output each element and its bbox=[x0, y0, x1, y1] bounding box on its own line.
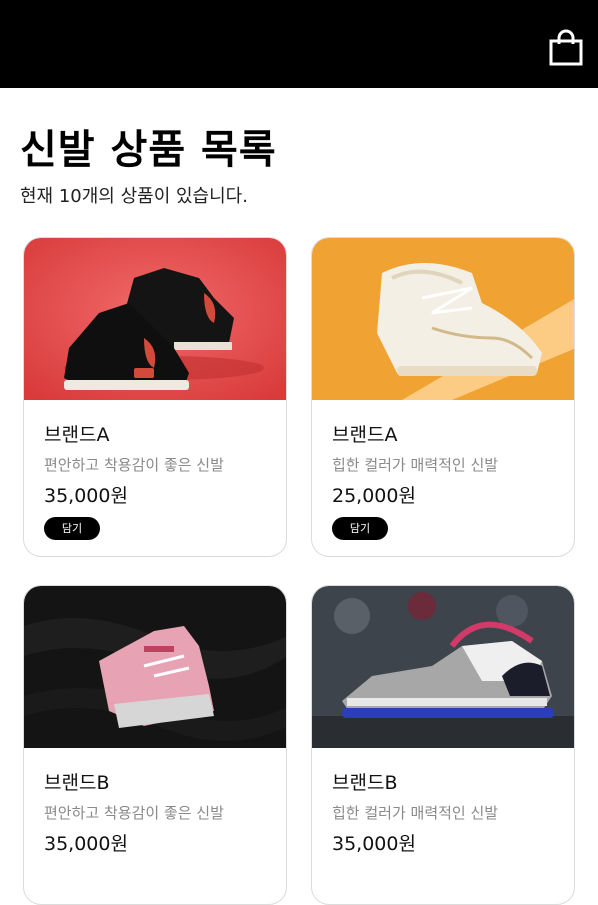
product-price: 35,000원 bbox=[44, 485, 128, 507]
product-card[interactable]: 브랜드A 편안하고 착용감이 좋은 신발 35,000원 담기 bbox=[23, 237, 287, 557]
shopping-bag-icon[interactable] bbox=[546, 28, 586, 68]
product-price: 35,000원 bbox=[332, 833, 416, 855]
add-to-cart-button[interactable]: 담기 bbox=[332, 517, 388, 540]
product-description: 편안하고 착용감이 좋은 신발 bbox=[44, 456, 224, 474]
page-title: 신발 상품 목록 bbox=[20, 127, 277, 173]
product-image-pink-sneaker[interactable] bbox=[24, 586, 287, 748]
product-card[interactable]: 브랜드B 편안하고 착용감이 좋은 신발 35,000원 bbox=[23, 585, 287, 905]
product-card[interactable]: 브랜드B 힙한 컬러가 매력적인 신발 35,000원 bbox=[311, 585, 575, 905]
product-description: 편안하고 착용감이 좋은 신발 bbox=[44, 804, 224, 822]
product-brand: 브랜드A bbox=[44, 424, 110, 446]
product-count-text: 현재 10개의 상품이 있습니다. bbox=[20, 186, 248, 207]
product-image-gray-pink-runner[interactable] bbox=[312, 586, 575, 748]
product-price: 35,000원 bbox=[44, 833, 128, 855]
product-image-black-red-hightop[interactable] bbox=[24, 238, 287, 400]
product-image-white-sneaker[interactable] bbox=[312, 238, 575, 400]
product-description: 힙한 컬러가 매력적인 신발 bbox=[332, 456, 499, 474]
product-card[interactable]: 브랜드A 힙한 컬러가 매력적인 신발 25,000원 담기 bbox=[311, 237, 575, 557]
product-description: 힙한 컬러가 매력적인 신발 bbox=[332, 804, 499, 822]
top-header bbox=[0, 0, 598, 88]
add-to-cart-button[interactable]: 담기 bbox=[44, 517, 100, 540]
product-brand: 브랜드A bbox=[332, 424, 398, 446]
product-brand: 브랜드B bbox=[44, 772, 110, 794]
product-price: 25,000원 bbox=[332, 485, 416, 507]
product-brand: 브랜드B bbox=[332, 772, 398, 794]
